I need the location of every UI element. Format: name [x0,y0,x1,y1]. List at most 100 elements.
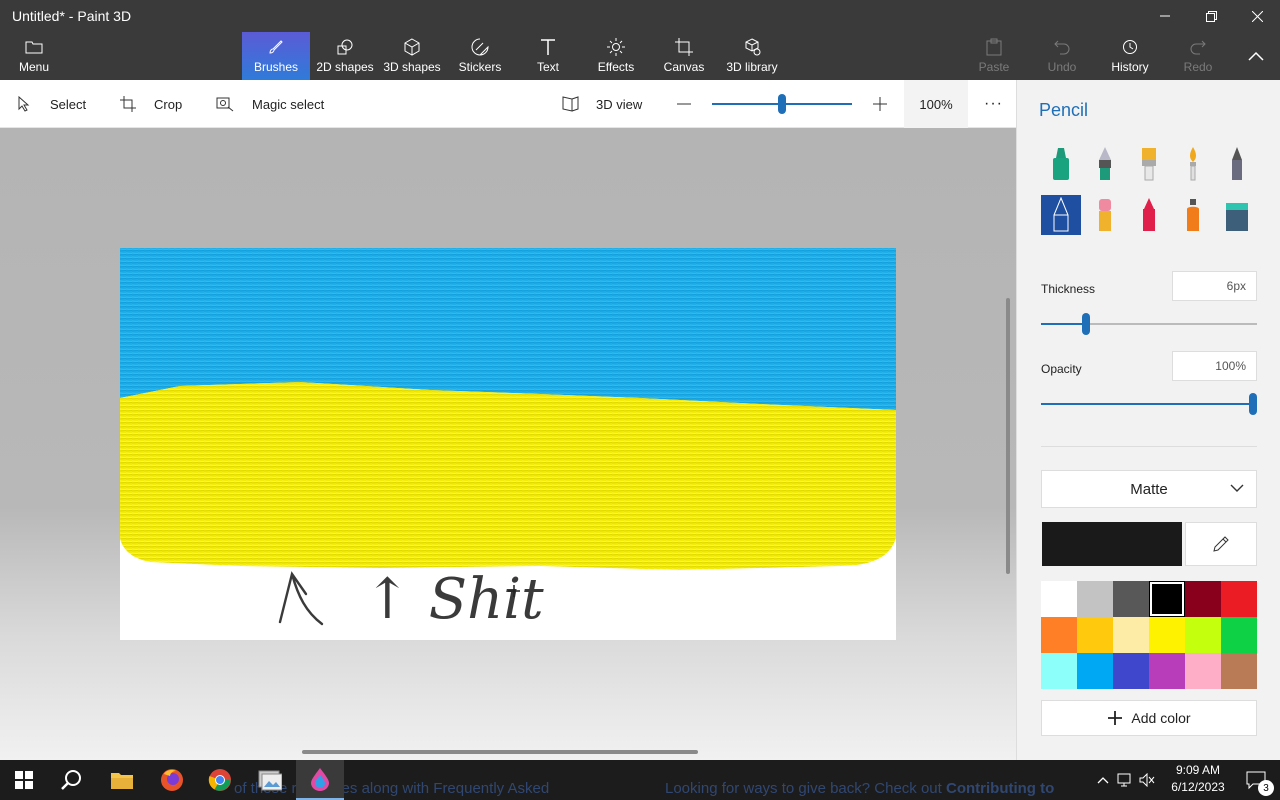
tab-canvas[interactable]: Canvas [660,32,708,80]
thickness-slider[interactable] [1041,313,1257,335]
zoom-slider-thumb[interactable] [778,94,786,114]
paint3d-taskbar-button[interactable] [296,760,344,800]
collapse-ribbon-button[interactable] [1236,32,1276,80]
color-swatch[interactable] [1221,581,1257,617]
file-explorer-button[interactable] [98,760,146,800]
color-swatch[interactable] [1221,617,1257,653]
redo-button[interactable]: Redo [1178,32,1218,80]
zoom-in-button[interactable] [872,80,888,128]
panel-title: Pencil [1039,100,1089,120]
vertical-scrollbar[interactable] [1006,298,1010,574]
marker-icon [1053,148,1069,180]
tab-effects[interactable]: Effects [592,32,640,80]
restore-icon [1205,10,1217,22]
chrome-button[interactable] [196,760,244,800]
opacity-slider[interactable] [1041,393,1257,415]
color-swatch[interactable] [1149,617,1185,653]
minimize-button[interactable] [1142,0,1188,32]
color-swatch[interactable] [1185,581,1221,617]
opacity-label: Opacity [1041,362,1082,376]
minus-icon [677,103,691,105]
windows-logo-icon [15,771,33,789]
thickness-slider-thumb[interactable] [1082,313,1090,335]
opacity-input[interactable]: 100% [1172,351,1257,381]
color-swatch[interactable] [1113,653,1149,689]
network-button[interactable] [1114,773,1136,787]
menu-button[interactable]: Menu [10,32,58,80]
start-button[interactable] [0,760,48,800]
3d-view-label: 3D view [596,96,643,112]
color-swatch[interactable] [1041,581,1077,617]
crayon-brush[interactable] [1129,195,1169,235]
color-swatch[interactable] [1077,653,1113,689]
oil-brush[interactable] [1129,144,1169,184]
effects-icon [607,37,625,57]
more-options-button[interactable]: ··· [984,80,1003,128]
color-swatch[interactable] [1149,653,1185,689]
pencil-brush[interactable] [1041,195,1081,235]
history-button[interactable]: History [1108,32,1152,80]
tab-label: Stickers [458,60,502,74]
volume-button[interactable] [1136,773,1158,787]
horizontal-scrollbar[interactable] [302,750,698,754]
close-icon [1251,10,1263,22]
eyedropper-button[interactable] [1185,522,1257,566]
plus-icon [1108,711,1123,725]
workspace: ↑ Shit [0,128,1016,760]
fill-bucket-icon [1226,203,1248,231]
clock-date: 6/12/2023 [1171,780,1225,794]
ribbon: Menu Brushes 2D shapes 3D shapes Sticker… [0,32,1280,80]
photos-app-button[interactable] [246,760,294,800]
zoom-out-button[interactable] [676,80,692,128]
eraser-brush[interactable] [1085,195,1125,235]
tab-3d-library[interactable]: 3D library [724,32,780,80]
paste-button[interactable]: Paste [974,32,1014,80]
oil-brush-icon [1142,148,1156,181]
tab-label: Canvas [663,60,705,74]
color-swatch[interactable] [1077,617,1113,653]
tab-text[interactable]: Text [526,32,570,80]
magic-select-button[interactable]: Magic select [216,80,324,128]
add-color-button[interactable]: Add color [1041,700,1257,736]
color-swatch[interactable] [1041,617,1077,653]
notifications-button[interactable]: 3 [1232,760,1280,800]
select-button[interactable]: Select [16,80,86,128]
calligraphy-pen-brush[interactable] [1085,144,1125,184]
spray-can-brush[interactable] [1173,195,1213,235]
watercolor-brush[interactable] [1173,144,1213,184]
color-swatch[interactable] [1113,617,1149,653]
undo-button[interactable]: Undo [1042,32,1082,80]
current-color-swatch[interactable] [1042,522,1182,566]
color-swatch[interactable] [1221,653,1257,689]
finish-value: Matte [1130,480,1168,498]
color-swatch[interactable] [1185,617,1221,653]
tab-3d-shapes[interactable]: 3D shapes [380,32,444,80]
color-swatch[interactable] [1185,653,1221,689]
thickness-input[interactable]: 6px [1172,271,1257,301]
color-swatch[interactable] [1149,581,1185,617]
drawing-canvas[interactable]: ↑ Shit [120,248,896,640]
search-button[interactable] [48,760,96,800]
close-button[interactable] [1234,0,1280,32]
marker-brush[interactable] [1041,144,1081,184]
zoom-value[interactable]: 100% [904,80,968,128]
clock-time: 9:09 AM [1175,763,1221,777]
firefox-button[interactable] [148,760,196,800]
color-swatch[interactable] [1113,581,1149,617]
calligraphy-pen-icon [1099,147,1111,180]
folder-icon [111,773,133,789]
restore-button[interactable] [1188,0,1234,32]
crop-button[interactable]: Crop [120,80,182,128]
tab-brushes[interactable]: Brushes [242,32,310,80]
tray-expand-button[interactable] [1092,776,1114,784]
color-swatch[interactable] [1077,581,1113,617]
tab-2d-shapes[interactable]: 2D shapes [312,32,378,80]
fill-bucket-brush[interactable] [1217,195,1257,235]
opacity-slider-thumb[interactable] [1249,393,1257,415]
finish-dropdown[interactable]: Matte [1041,470,1257,508]
pixel-pen-brush[interactable] [1217,144,1257,184]
color-swatch[interactable] [1041,653,1077,689]
tab-stickers[interactable]: Stickers [452,32,508,80]
clock[interactable]: 9:09 AM 6/12/2023 [1160,762,1236,796]
3d-view-button[interactable]: 3D view [562,80,642,128]
